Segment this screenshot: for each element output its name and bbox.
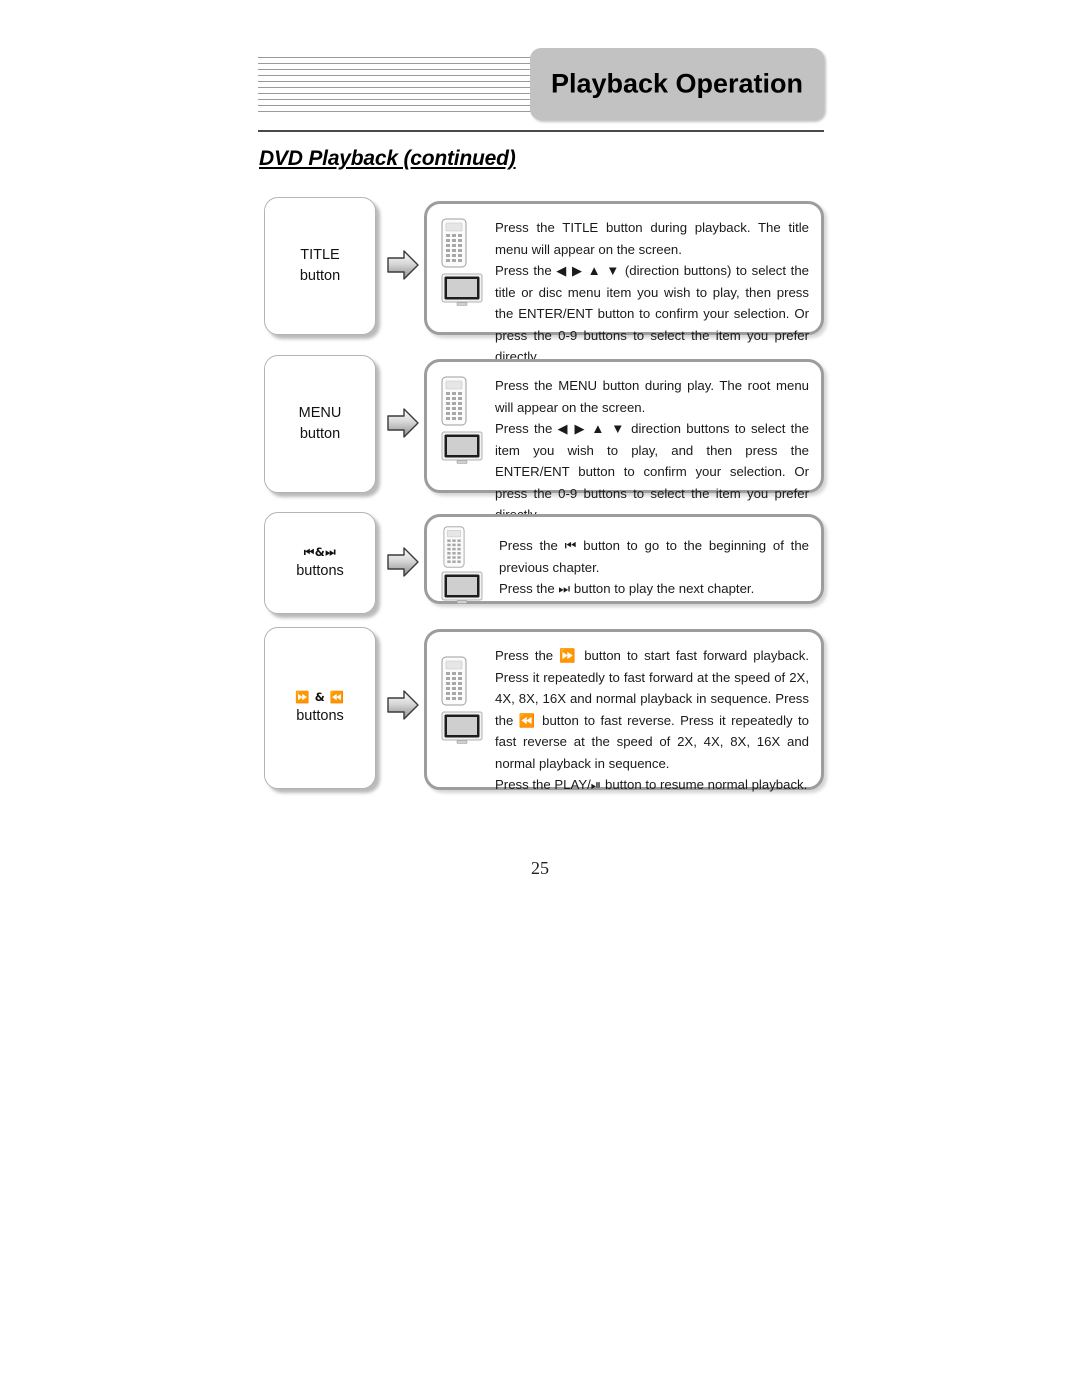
label-box-menu: MENU button <box>264 355 376 493</box>
label-box-fastforward: ⏩ & ⏪ buttons <box>264 627 376 789</box>
label-line-2: button <box>299 426 341 442</box>
label-symbol: ⏮&⏭ <box>303 545 337 560</box>
section-heading: DVD Playback (continued) <box>259 147 516 170</box>
paragraph: Press the ⏩ button to start fast forward… <box>495 648 809 771</box>
label-line-2: buttons <box>296 707 344 724</box>
label-symbol: ⏩ & ⏪ <box>295 690 345 705</box>
tv-screen-icon <box>441 273 483 306</box>
remote-control-icon <box>441 656 467 706</box>
header-divider <box>258 130 824 132</box>
instruction-text-skip: Press the ⏮ button to go to the beginnin… <box>499 535 809 600</box>
label-line-2: buttons <box>296 562 344 579</box>
paragraph: Press the MENU button during play. The r… <box>495 378 809 415</box>
paragraph: Press the PLAY/⏯ button to resume normal… <box>495 777 808 793</box>
content-box-fastforward: Press the ⏩ button to start fast forward… <box>424 629 824 792</box>
content-box-menu: Press the MENU button during play. The r… <box>424 359 824 522</box>
tv-screen-icon <box>441 571 483 604</box>
instruction-text-menu: Press the MENU button during play. The r… <box>495 375 809 526</box>
paragraph: Press the ⏮ button to go to the beginnin… <box>499 538 809 575</box>
instruction-row-title: TITLE button Press the TITLE button duri… <box>258 197 824 364</box>
paragraph: Press the ⏭ button to play the next chap… <box>499 581 755 597</box>
instruction-row-menu: MENU button Press the MENU button during… <box>258 355 824 522</box>
device-icons-group <box>441 656 483 745</box>
right-arrow-icon <box>384 403 424 443</box>
horizontal-lines-decoration <box>258 57 548 115</box>
remote-control-icon <box>441 376 467 426</box>
label-box-skip: ⏮&⏭ buttons <box>264 512 376 614</box>
page-header: Playback Operation <box>258 48 824 126</box>
label-line-1: MENU <box>298 404 342 421</box>
paragraph: Press the ◀ ▶ ▲ ▼ direction buttons to s… <box>495 421 809 522</box>
paragraph: Press the ◀ ▶ ▲ ▼ (direction buttons) to… <box>495 263 809 365</box>
device-icons-group <box>441 526 483 605</box>
right-arrow-icon <box>384 685 424 725</box>
content-box-skip: Press the ⏮ button to go to the beginnin… <box>424 514 824 604</box>
tv-screen-icon <box>441 711 483 744</box>
right-arrow-icon <box>384 542 424 582</box>
right-arrow-icon <box>384 245 424 285</box>
remote-control-icon <box>441 218 467 268</box>
tv-screen-icon <box>441 431 483 464</box>
content-box-title: Press the TITLE button during playback. … <box>424 201 824 364</box>
label-line-1: TITLE <box>300 246 340 263</box>
paragraph: Press the TITLE button during playback. … <box>495 220 809 257</box>
device-icons-group <box>441 376 483 465</box>
remote-control-icon <box>443 526 465 568</box>
instruction-row-fastforward: ⏩ & ⏪ buttons Press the ⏩ button to star… <box>258 627 824 792</box>
instruction-row-skip: ⏮&⏭ buttons Press the ⏮ button to go to … <box>258 512 824 617</box>
label-box-title: TITLE button <box>264 197 376 335</box>
instruction-text-title: Press the TITLE button during playback. … <box>495 217 809 368</box>
instruction-text-fastforward: Press the ⏩ button to start fast forward… <box>495 645 809 796</box>
page-title-banner: Playback Operation <box>530 48 824 120</box>
device-icons-group <box>441 218 483 307</box>
page-title: Playback Operation <box>550 68 804 99</box>
label-line-2: button <box>299 268 341 284</box>
page-number: 25 <box>531 858 549 878</box>
